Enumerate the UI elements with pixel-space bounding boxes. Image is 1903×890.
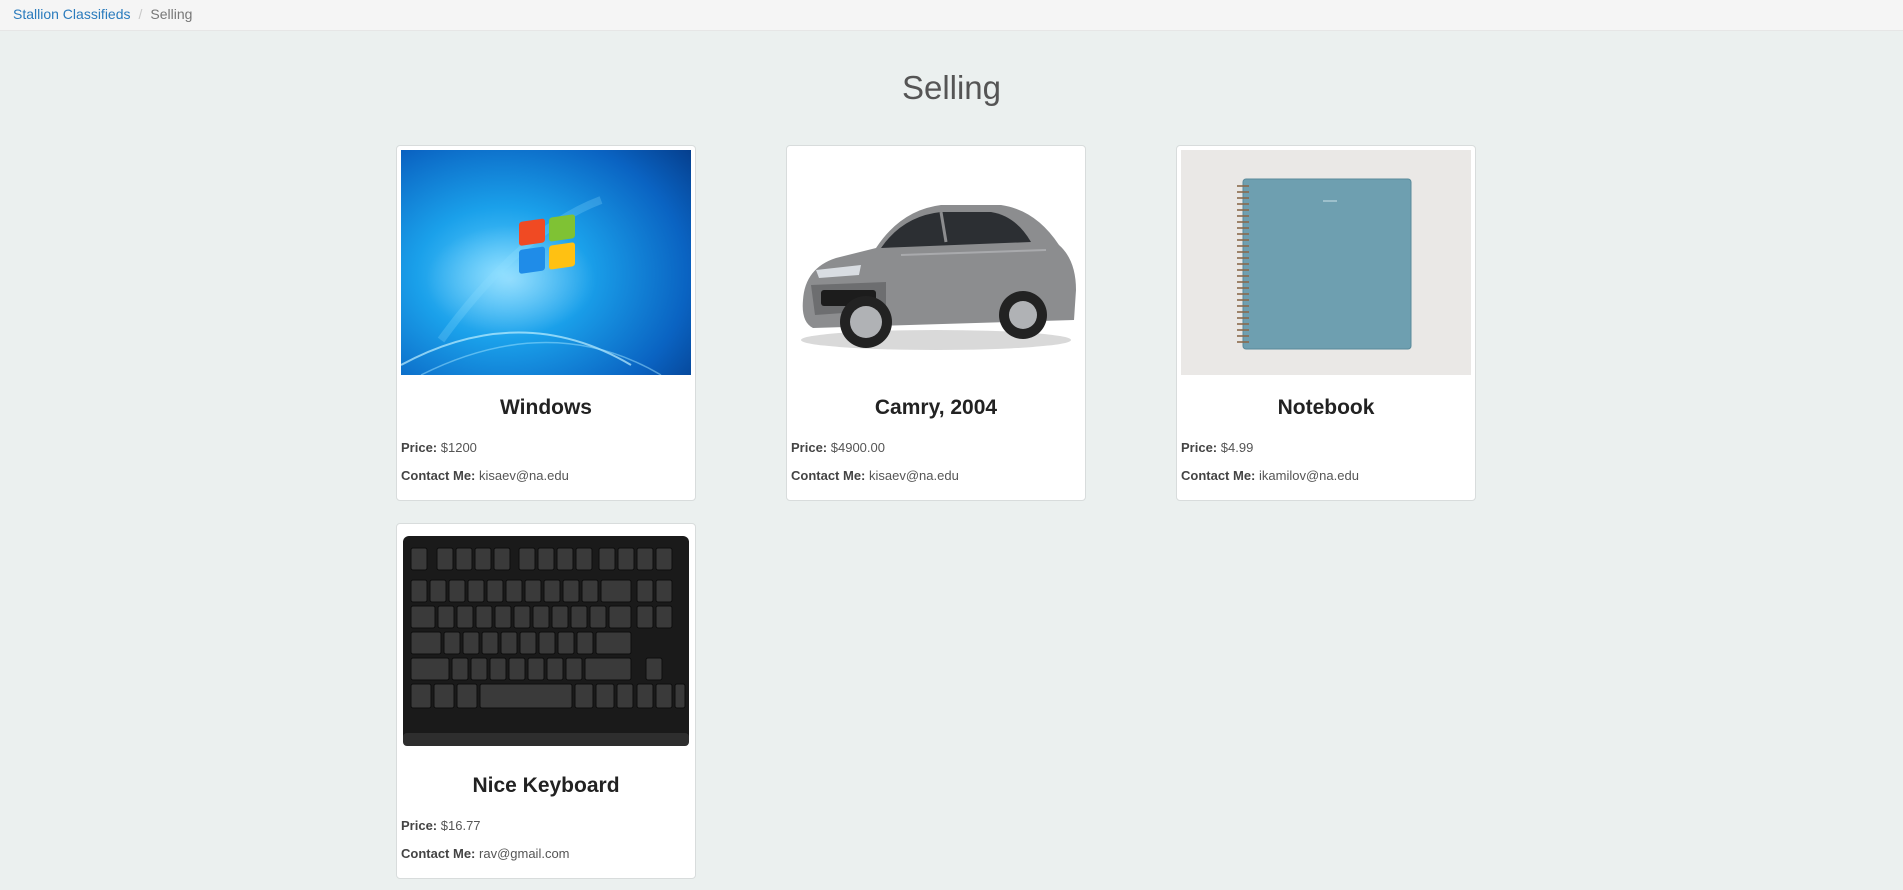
listing-title: Nice Keyboard [472, 774, 620, 797]
listing-title: Windows [500, 396, 592, 419]
breadcrumb: Stallion Classifieds / Selling [0, 0, 1903, 31]
contact-email: kisaev@na.edu [869, 468, 959, 483]
listings-grid: Windows Price: $1200 Contact Me: kisaev@… [396, 145, 1596, 879]
listing-image-silver-sedan-car[interactable] [791, 150, 1081, 375]
listing-card[interactable]: Windows Price: $1200 Contact Me: kisaev@… [396, 145, 696, 501]
listing-contact: Contact Me: kisaev@na.edu [401, 468, 569, 484]
page-title: Selling [901, 69, 1002, 106]
price-label: Price: [401, 440, 438, 455]
contact-email: ikamilov@na.edu [1259, 468, 1359, 483]
listing-image-blue-spiral-notebook[interactable] [1181, 150, 1471, 375]
listing-contact: Contact Me: kisaev@na.edu [791, 468, 959, 484]
listing-price: Price: $4.99 [1181, 440, 1253, 456]
listing-price: Price: $1200 [401, 440, 477, 456]
contact-email: rav@gmail.com [479, 846, 570, 861]
price-value: $4.99 [1220, 440, 1254, 455]
listing-contact: Contact Me: ikamilov@na.edu [1181, 468, 1359, 484]
listing-card[interactable]: Camry, 2004 Price: $4900.00 Contact Me: … [786, 145, 1086, 501]
breadcrumb-current: Selling [150, 6, 193, 22]
contact-email: kisaev@na.edu [479, 468, 569, 483]
price-label: Price: [1181, 440, 1218, 455]
price-value: $4900.00 [830, 440, 885, 455]
price-label: Price: [791, 440, 828, 455]
listing-image-windows-wallpaper[interactable] [401, 150, 691, 375]
contact-label: Contact Me: [791, 468, 866, 483]
breadcrumb-home-link[interactable]: Stallion Classifieds [13, 6, 131, 22]
listing-contact: Contact Me: rav@gmail.com [401, 846, 570, 862]
contact-label: Contact Me: [401, 468, 476, 483]
contact-label: Contact Me: [1181, 468, 1256, 483]
listing-price: Price: $4900.00 [791, 440, 885, 456]
listing-card[interactable]: Notebook Price: $4.99 Contact Me: ikamil… [1176, 145, 1476, 501]
listing-card[interactable]: Nice Keyboard Price: $16.77 Contact Me: … [396, 523, 696, 879]
breadcrumb-separator: / [138, 6, 143, 22]
listing-title: Notebook [1277, 396, 1375, 419]
listing-price: Price: $16.77 [401, 818, 481, 834]
listing-image-black-keyboard[interactable] [401, 528, 691, 753]
listing-title: Camry, 2004 [874, 396, 998, 419]
price-label: Price: [401, 818, 438, 833]
contact-label: Contact Me: [401, 846, 476, 861]
price-value: $1200 [440, 440, 477, 455]
price-value: $16.77 [440, 818, 481, 833]
